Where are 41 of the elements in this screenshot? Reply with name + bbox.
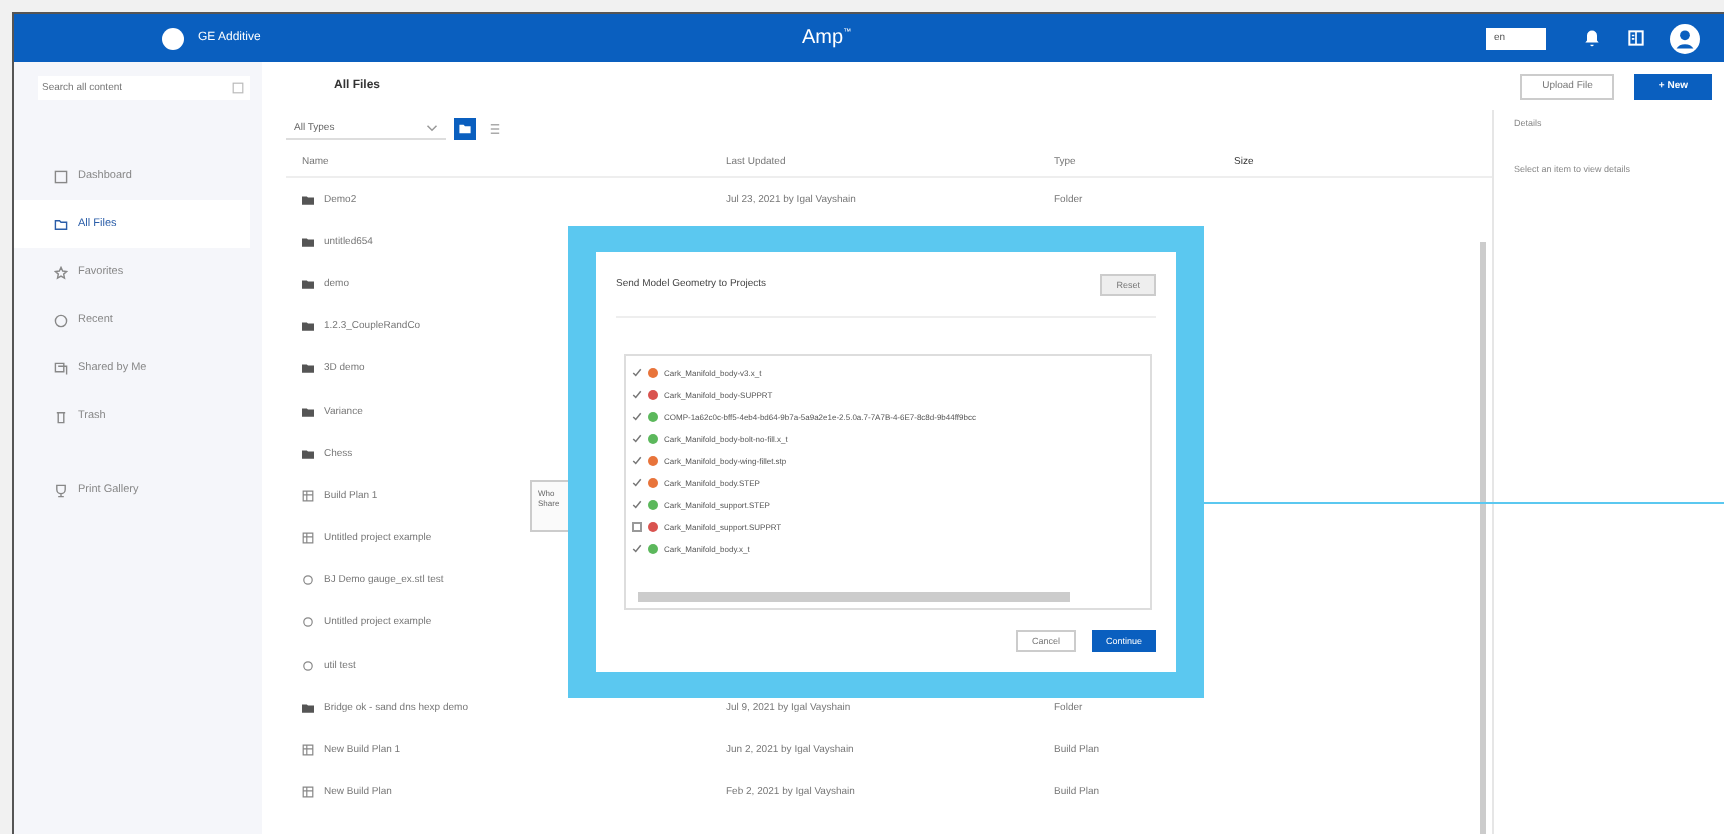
file-icon	[302, 786, 314, 799]
star-icon	[54, 265, 68, 279]
checkbox[interactable]	[632, 390, 642, 401]
folder-view-button[interactable]	[454, 118, 476, 140]
folder-icon	[302, 362, 314, 375]
list-icon	[488, 122, 502, 136]
trash-icon	[54, 409, 68, 423]
file-icon	[302, 744, 314, 757]
file-icon	[302, 616, 314, 629]
folder-icon	[458, 122, 472, 136]
folder-icon	[302, 277, 314, 290]
file-icon	[302, 574, 314, 587]
scrollbar[interactable]	[638, 592, 1070, 602]
folder-icon	[302, 405, 314, 418]
checkbox[interactable]	[632, 434, 642, 445]
book-icon[interactable]	[1626, 28, 1646, 48]
scrollbar[interactable]	[1480, 242, 1486, 834]
folder-icon	[302, 701, 314, 714]
folder-icon	[302, 320, 314, 333]
checkbox[interactable]	[632, 368, 642, 379]
folder-icon	[302, 193, 314, 206]
checkbox[interactable]	[632, 500, 642, 511]
trophy-icon	[54, 483, 68, 497]
file-icon	[302, 659, 314, 672]
checkbox[interactable]	[632, 522, 642, 533]
clock-icon	[54, 313, 68, 327]
file-icon	[302, 532, 314, 545]
checkbox[interactable]	[632, 412, 642, 423]
folder-icon	[302, 235, 314, 248]
logo-icon	[162, 27, 184, 49]
caret-icon	[426, 124, 438, 132]
checkbox[interactable]	[632, 544, 642, 555]
checkbox[interactable]	[632, 478, 642, 489]
folder-icon	[54, 217, 68, 231]
folder-icon	[302, 447, 314, 460]
bell-icon[interactable]	[1582, 28, 1602, 48]
avatar-icon[interactable]	[1670, 23, 1700, 53]
squares-icon	[54, 361, 68, 375]
checkbox[interactable]	[632, 456, 642, 467]
grid-icon	[54, 169, 68, 183]
file-icon	[302, 489, 314, 502]
